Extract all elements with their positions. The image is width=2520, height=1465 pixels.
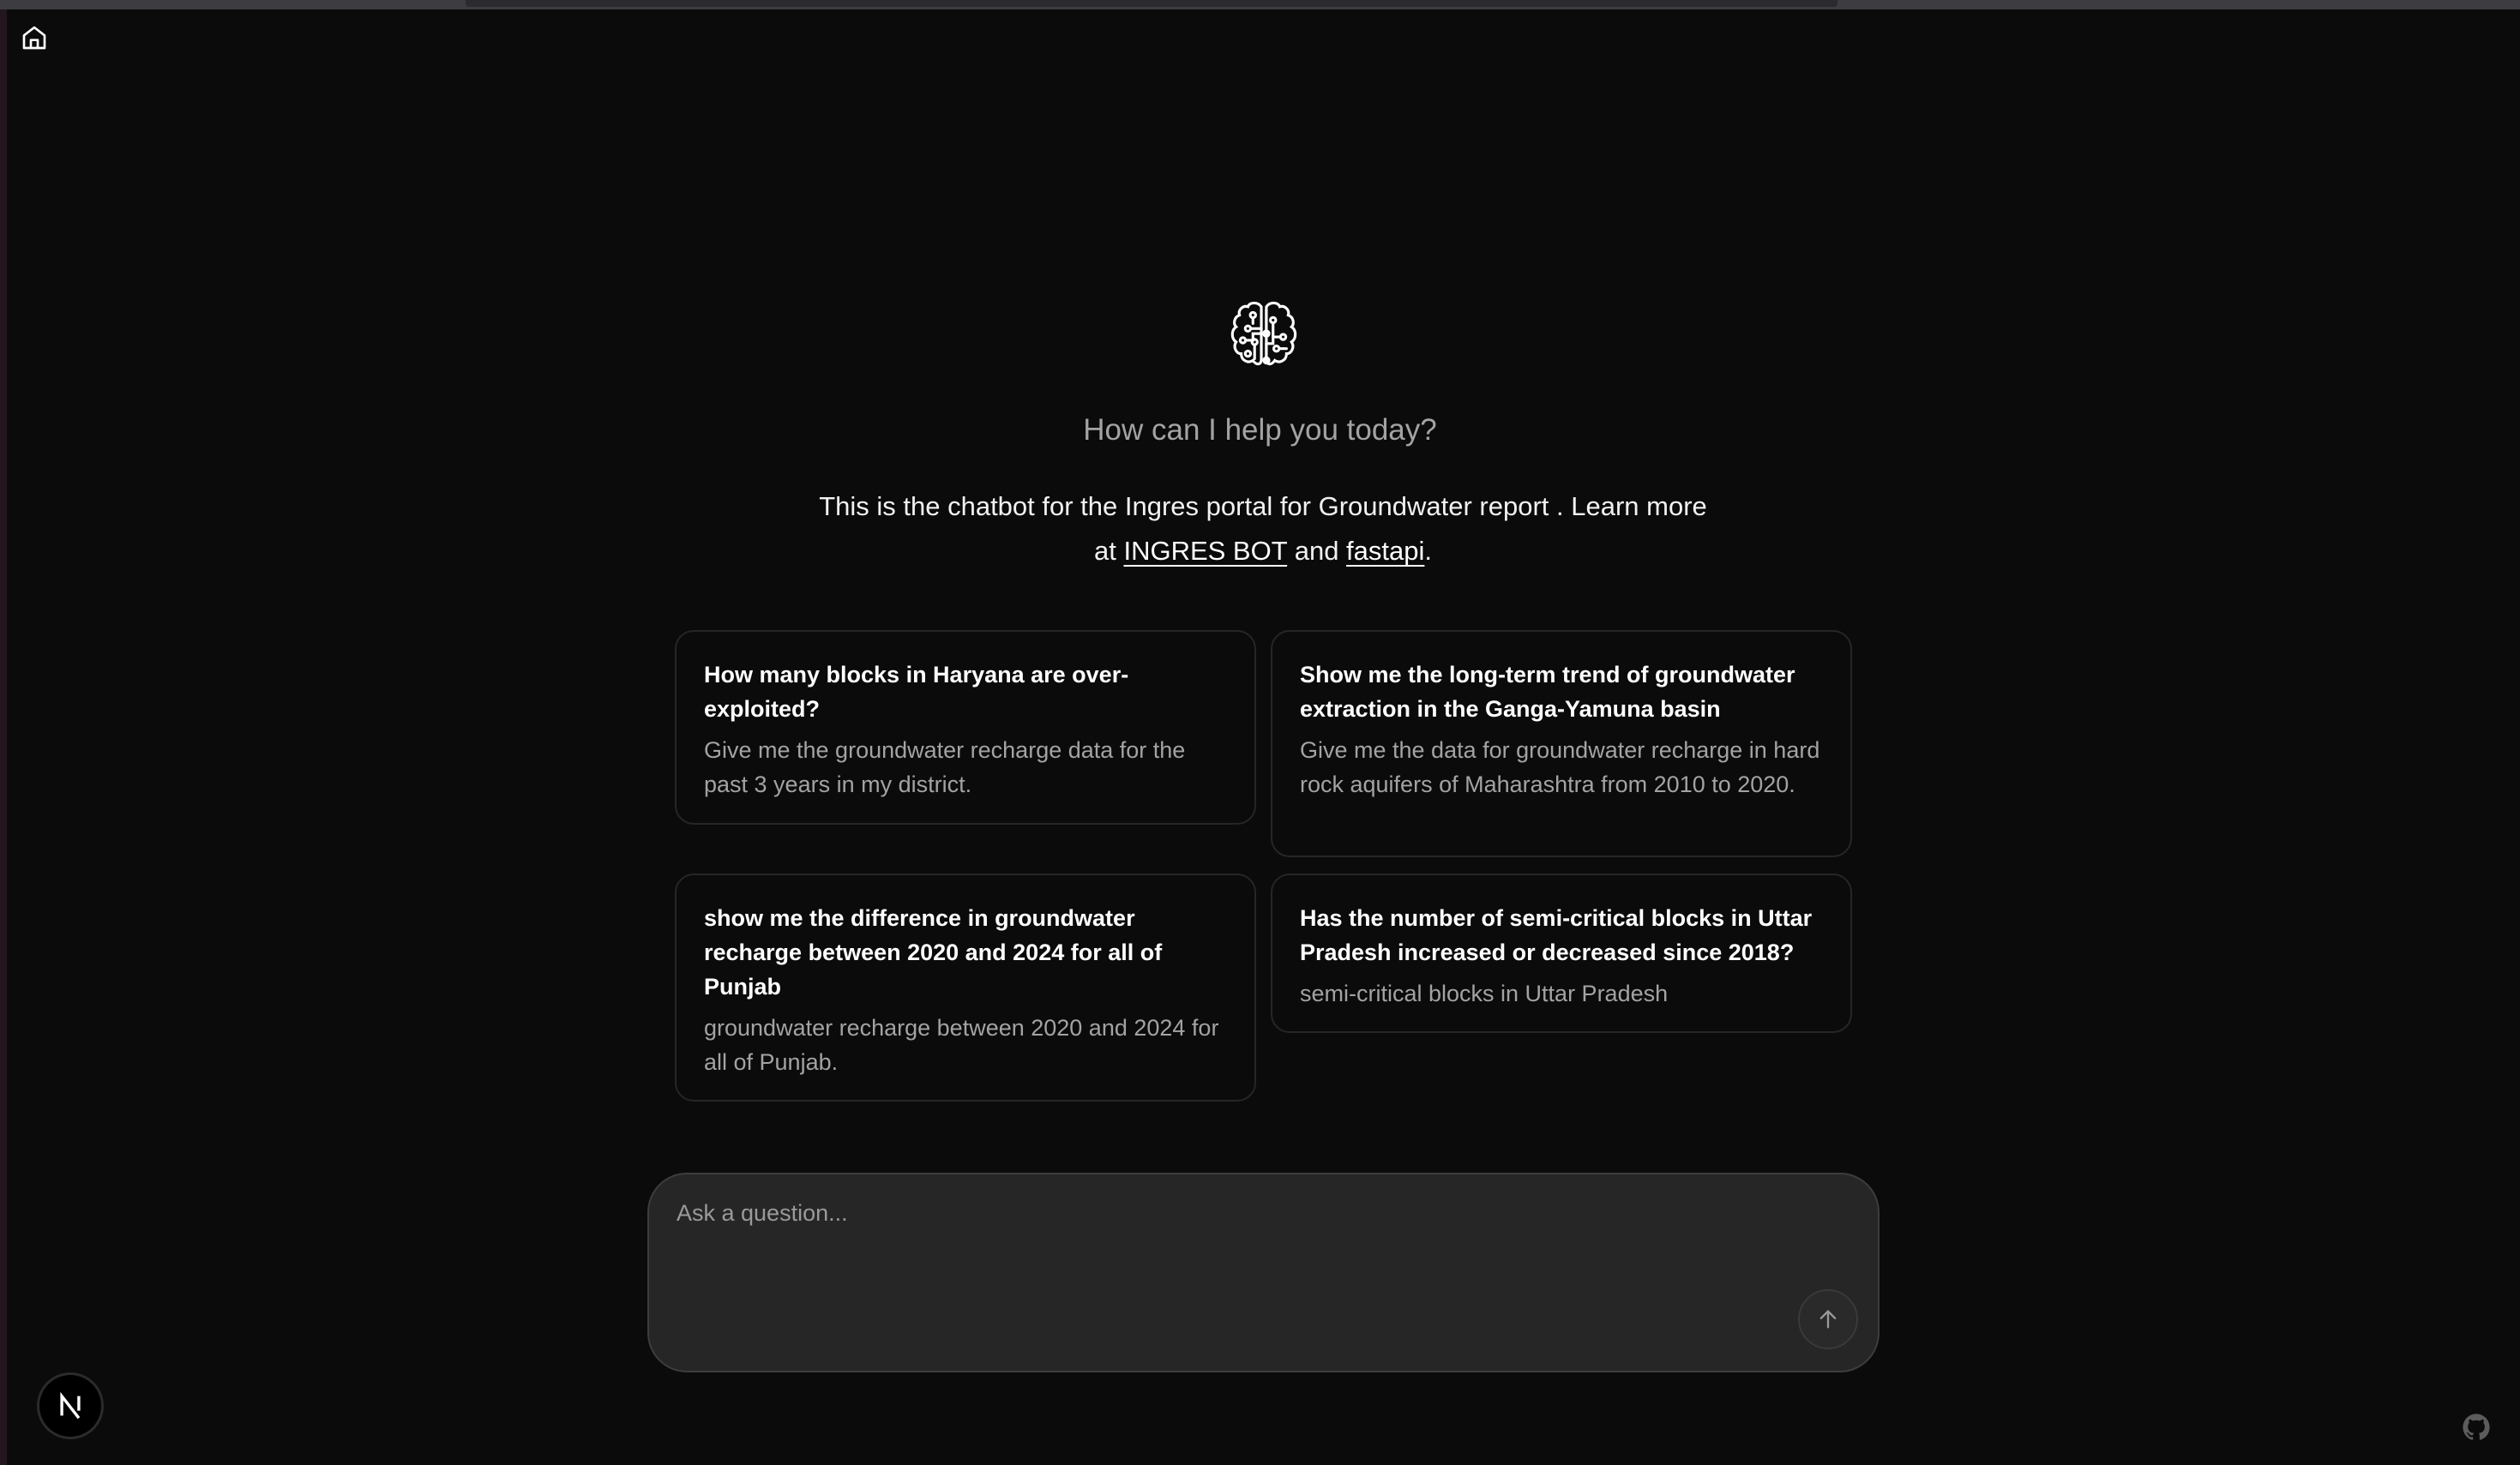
suggestion-subtitle: semi-critical blocks in Uttar Pradesh bbox=[1300, 981, 1669, 1006]
suggestion-subtitle: groundwater recharge between 2020 and 20… bbox=[704, 1015, 1219, 1075]
fastapi-link[interactable]: fastapi bbox=[1346, 536, 1424, 566]
suggestion-subtitle: Give me the data for groundwater recharg… bbox=[1300, 737, 1820, 797]
suggestion-title: Show me the long-term trend of groundwat… bbox=[1300, 662, 1795, 722]
suggestion-title: show me the difference in groundwater re… bbox=[704, 905, 1163, 1000]
suggestion-card[interactable]: show me the difference in groundwater re… bbox=[675, 874, 1256, 1102]
browser-tab-strip bbox=[466, 0, 1837, 7]
arrow-up-icon bbox=[1819, 1310, 1837, 1329]
brain-circuit-icon bbox=[1230, 301, 1297, 366]
greeting-heading: How can I help you today? bbox=[1083, 413, 1437, 447]
question-input[interactable] bbox=[675, 1198, 1793, 1305]
suggestion-card[interactable]: Has the number of semi-critical blocks i… bbox=[1271, 874, 1852, 1033]
nextjs-logo-button[interactable] bbox=[39, 1375, 101, 1437]
github-icon[interactable] bbox=[2462, 1413, 2491, 1442]
suggestion-title: Has the number of semi-critical blocks i… bbox=[1300, 905, 1813, 965]
intro-description: This is the chatbot for the Ingres porta… bbox=[806, 484, 1720, 573]
browser-top-bar bbox=[0, 0, 2520, 9]
window-edge bbox=[0, 9, 7, 1465]
nextjs-n-icon bbox=[60, 1391, 81, 1420]
chat-composer bbox=[647, 1173, 1879, 1372]
intro-and: and bbox=[1287, 536, 1347, 566]
send-button[interactable] bbox=[1798, 1289, 1858, 1349]
intro-suffix: . bbox=[1424, 536, 1433, 566]
home-icon[interactable] bbox=[21, 24, 48, 51]
suggestion-subtitle: Give me the groundwater recharge data fo… bbox=[704, 737, 1186, 797]
ingres-bot-link[interactable]: INGRES BOT bbox=[1123, 536, 1287, 566]
suggestion-card[interactable]: Show me the long-term trend of groundwat… bbox=[1271, 630, 1852, 857]
suggestion-card[interactable]: How many blocks in Haryana are over-expl… bbox=[675, 630, 1256, 825]
suggestion-title: How many blocks in Haryana are over-expl… bbox=[704, 662, 1129, 722]
